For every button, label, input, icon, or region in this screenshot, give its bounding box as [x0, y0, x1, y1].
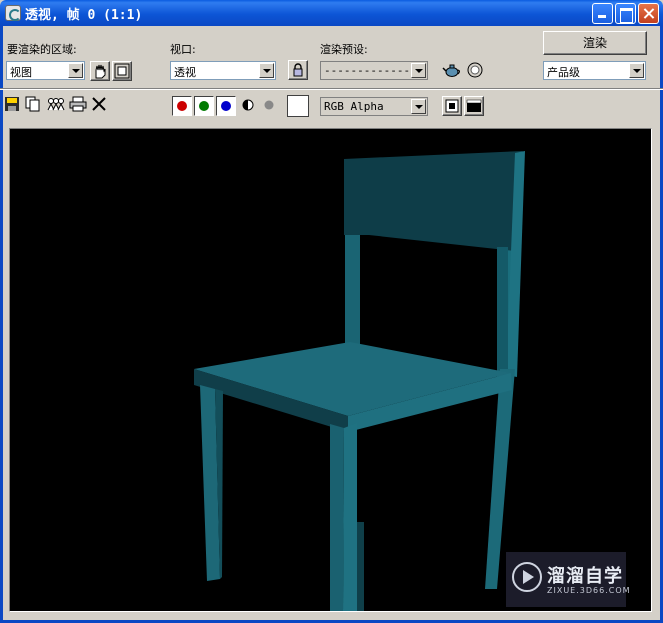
green-channel-toggle[interactable]: [194, 96, 214, 116]
viewport-dropdown[interactable]: 透视: [170, 61, 276, 80]
preset-label: 渲染预设:: [320, 43, 368, 56]
clone-icon: [47, 98, 65, 111]
auto-region-button[interactable]: [112, 61, 132, 81]
alpha-channel-toggle[interactable]: [239, 96, 259, 116]
close-button[interactable]: [638, 3, 659, 24]
separator: [0, 88, 663, 90]
half-circle-icon: [242, 99, 254, 111]
play-logo-icon: [512, 562, 542, 592]
chair-render: [194, 151, 525, 611]
save-image-button[interactable]: [4, 96, 24, 116]
environment-button[interactable]: [465, 60, 485, 80]
gray-dot-icon: [264, 100, 274, 110]
chevron-down-icon: [259, 63, 274, 78]
watermark-url: ZIXUE.3D66.COM: [547, 586, 631, 595]
maximize-button[interactable]: [615, 3, 636, 24]
quality-dropdown-value: 产品级: [547, 66, 580, 79]
display-channel-value: RGB Alpha: [324, 100, 384, 113]
window-icon: [466, 99, 482, 112]
monochrome-toggle[interactable]: [260, 96, 280, 116]
lock-viewport-button[interactable]: [288, 60, 308, 80]
area-label: 要渲染的区域:: [7, 43, 77, 56]
close-icon: [92, 97, 106, 111]
copy-image-button[interactable]: [25, 96, 45, 116]
preset-dropdown[interactable]: ---------------: [320, 61, 428, 80]
print-image-button[interactable]: [69, 96, 89, 116]
watermark: 溜溜自学 ZIXUE.3D66.COM: [506, 552, 630, 607]
blue-dot-icon: [221, 101, 231, 111]
chevron-down-icon: [411, 63, 426, 78]
chevron-down-icon: [411, 99, 426, 114]
area-dropdown[interactable]: 视图: [6, 61, 85, 80]
window-title: 透视, 帧 0 (1:1): [25, 8, 143, 23]
print-icon: [69, 96, 87, 112]
render-viewport[interactable]: [9, 128, 652, 612]
region-select-icon: [114, 63, 130, 79]
minimize-button[interactable]: [592, 3, 613, 24]
copy-icon: [25, 96, 40, 112]
area-dropdown-value: 视图: [10, 66, 32, 79]
app-icon[interactable]: [5, 5, 21, 21]
render-setup-button[interactable]: [442, 60, 462, 80]
render-button[interactable]: 渲染: [543, 31, 647, 55]
lock-icon: [293, 63, 303, 77]
viewport-dropdown-value: 透视: [174, 66, 196, 79]
display-channel-dropdown[interactable]: RGB Alpha: [320, 97, 428, 116]
title-bar: 透视, 帧 0 (1:1): [0, 0, 663, 26]
watermark-name: 溜溜自学: [547, 566, 623, 587]
teapot-icon: [442, 64, 460, 77]
edit-region-button[interactable]: [90, 61, 110, 81]
red-channel-toggle[interactable]: [172, 96, 192, 116]
save-icon: [5, 97, 19, 111]
color-swatch[interactable]: [287, 95, 309, 117]
blue-channel-toggle[interactable]: [216, 96, 236, 116]
chevron-down-icon: [68, 63, 83, 78]
red-dot-icon: [177, 101, 187, 111]
green-dot-icon: [199, 101, 209, 111]
quality-dropdown[interactable]: 产品级: [543, 61, 646, 80]
toggle-ui-overlay-button[interactable]: [442, 96, 462, 116]
clone-window-button[interactable]: [47, 96, 67, 116]
overlay-icon: [445, 99, 459, 113]
gear-icon: [467, 62, 483, 78]
toggle-ui-button[interactable]: [464, 96, 484, 116]
hand-icon: [95, 64, 106, 79]
chevron-down-icon: [629, 63, 644, 78]
clear-image-button[interactable]: [91, 96, 111, 116]
viewport-label: 视口:: [170, 43, 196, 56]
preset-dropdown-value: ---------------: [324, 64, 424, 77]
